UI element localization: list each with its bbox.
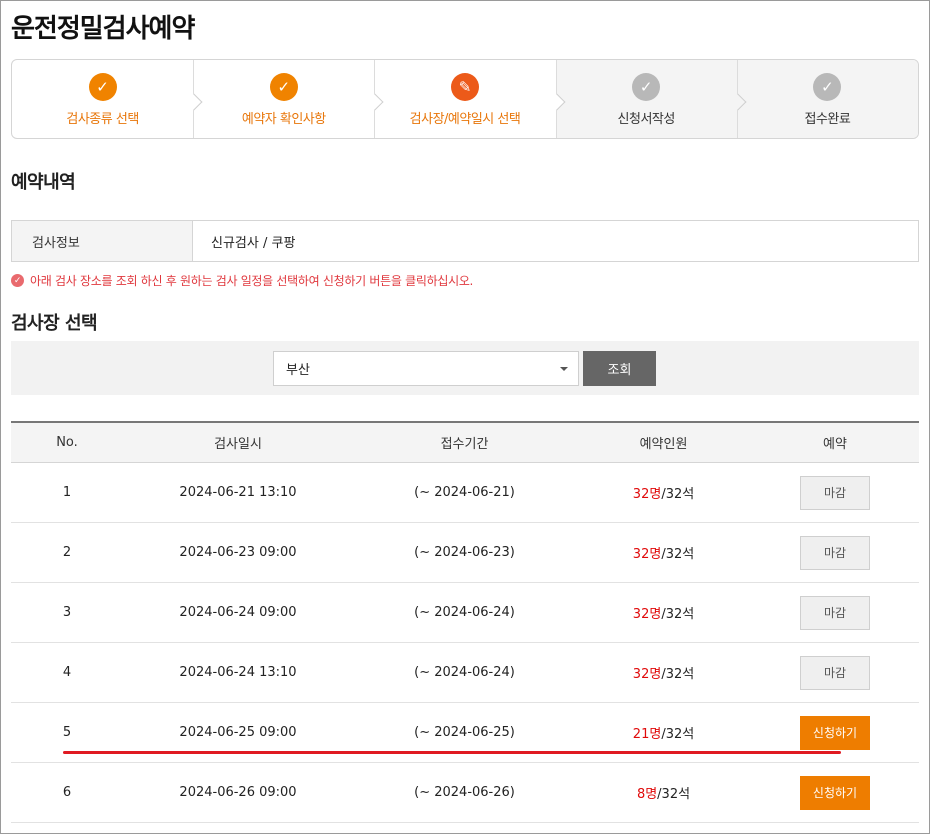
row-period: (~ 2024-06-21) [414, 485, 515, 500]
row-seats: 32명/32석 [576, 603, 751, 622]
check-icon: ✓ [813, 73, 842, 101]
header-period: 접수기간 [440, 437, 489, 452]
search-bar: 부산 조회 [11, 341, 919, 395]
info-label: 검사정보 [12, 221, 193, 261]
booked-count: 32명 [632, 547, 662, 562]
row-datetime: 2024-06-21 13:10 [179, 485, 297, 500]
notice-message: ✓ 아래 검사 장소를 조회 하신 후 원하는 검사 일정을 선택하여 신청하기… [11, 272, 473, 289]
region-select-value: 부산 [286, 363, 310, 378]
region-select[interactable]: 부산 [273, 351, 579, 386]
check-icon: ✓ [269, 73, 298, 101]
header-action: 예약 [823, 437, 847, 452]
row-period: (~ 2024-06-24) [414, 665, 515, 680]
apply-button[interactable]: 신청하기 [800, 715, 870, 750]
progress-steps: ✓ 검사종류 선택 ✓ 예약자 확인사항 ✎ 검사장/예약일시 선택 ✓ 신청서… [11, 59, 919, 139]
row-no: 3 [62, 605, 72, 620]
booked-count: 32명 [632, 487, 662, 502]
table-header: No. 검사일시 접수기간 예약인원 예약 [11, 421, 919, 463]
header-datetime: 검사일시 [214, 437, 262, 452]
row-no: 1 [62, 485, 72, 500]
check-icon: ✓ [632, 73, 661, 101]
capacity: /32석 [661, 487, 695, 502]
capacity: /32석 [661, 667, 695, 682]
row-no: 5 [62, 725, 72, 740]
apply-button[interactable]: 신청하기 [800, 775, 870, 810]
booked-count: 8명 [636, 787, 658, 802]
capacity: /32석 [661, 727, 695, 742]
row-no: 2 [62, 545, 72, 560]
center-select-title: 검사장 선택 [11, 313, 98, 334]
closed-button: 마감 [800, 595, 870, 630]
row-period: (~ 2024-06-25) [414, 725, 515, 740]
row-datetime: 2024-06-24 13:10 [179, 665, 297, 680]
reservation-info-table: 검사정보 신규검사 / 쿠팡 [11, 220, 919, 262]
table-row: 1 2024-06-21 13:10 (~ 2024-06-21) 32명/32… [11, 463, 919, 523]
step-3: ✎ 검사장/예약일시 선택 [374, 60, 566, 138]
closed-button: 마감 [800, 655, 870, 690]
row-datetime: 2024-06-25 09:00 [179, 725, 297, 740]
step-1: ✓ 검사종류 선택 [12, 60, 203, 138]
step-5: ✓ 접수완료 [736, 60, 918, 138]
row-seats: 8명/32석 [576, 783, 751, 802]
row-seats: 32명/32석 [576, 663, 751, 682]
page-title: 운전정밀검사예약 [11, 14, 195, 44]
highlight-underline [63, 751, 841, 754]
table-row: 2 2024-06-23 09:00 (~ 2024-06-23) 32명/32… [11, 523, 919, 583]
notice-text: 아래 검사 장소를 조회 하신 후 원하는 검사 일정을 선택하여 신청하기 버… [30, 274, 474, 288]
capacity: /32석 [661, 607, 695, 622]
row-datetime: 2024-06-24 09:00 [179, 605, 297, 620]
row-period: (~ 2024-06-26) [414, 785, 515, 800]
closed-button: 마감 [800, 475, 870, 510]
row-period: (~ 2024-06-24) [414, 605, 515, 620]
table-row: 5 2024-06-25 09:00 (~ 2024-06-25) 21명/32… [11, 703, 919, 763]
capacity: /32석 [657, 787, 691, 802]
step-2: ✓ 예약자 확인사항 [193, 60, 384, 138]
table-row: 3 2024-06-24 09:00 (~ 2024-06-24) 32명/32… [11, 583, 919, 643]
pencil-icon: ✎ [451, 73, 479, 101]
schedule-table: No. 검사일시 접수기간 예약인원 예약 1 2024-06-21 13:10… [11, 421, 919, 823]
search-button[interactable]: 조회 [583, 351, 656, 386]
row-no: 4 [62, 665, 72, 680]
table-row: 4 2024-06-24 13:10 (~ 2024-06-24) 32명/32… [11, 643, 919, 703]
table-row: 6 2024-06-26 09:00 (~ 2024-06-26) 8명/32석… [11, 763, 919, 823]
header-no: No. [56, 435, 78, 450]
step-label: 검사장/예약일시 선택 [409, 112, 521, 127]
header-booked: 예약인원 [639, 437, 688, 452]
row-seats: 32명/32석 [576, 483, 751, 502]
row-seats: 32명/32석 [576, 543, 751, 562]
booked-count: 32명 [632, 667, 662, 682]
step-label: 신청서작성 [617, 112, 676, 127]
row-no: 6 [62, 785, 72, 800]
row-seats: 21명/32석 [576, 723, 751, 742]
step-label: 접수완료 [804, 112, 851, 127]
booked-count: 32명 [632, 607, 662, 622]
info-value: 신규검사 / 쿠팡 [211, 235, 296, 251]
row-datetime: 2024-06-23 09:00 [179, 545, 297, 560]
capacity: /32석 [661, 547, 695, 562]
step-label: 검사종류 선택 [66, 112, 139, 127]
step-label: 예약자 확인사항 [241, 112, 326, 127]
check-circle-icon: ✓ [11, 274, 24, 287]
row-period: (~ 2024-06-23) [414, 545, 515, 560]
check-icon: ✓ [88, 73, 117, 101]
reservation-title: 예약내역 [11, 172, 76, 193]
chevron-down-icon [560, 367, 568, 371]
row-datetime: 2024-06-26 09:00 [179, 785, 297, 800]
booked-count: 21명 [632, 727, 662, 742]
closed-button: 마감 [800, 535, 870, 570]
step-4: ✓ 신청서작성 [555, 60, 747, 138]
